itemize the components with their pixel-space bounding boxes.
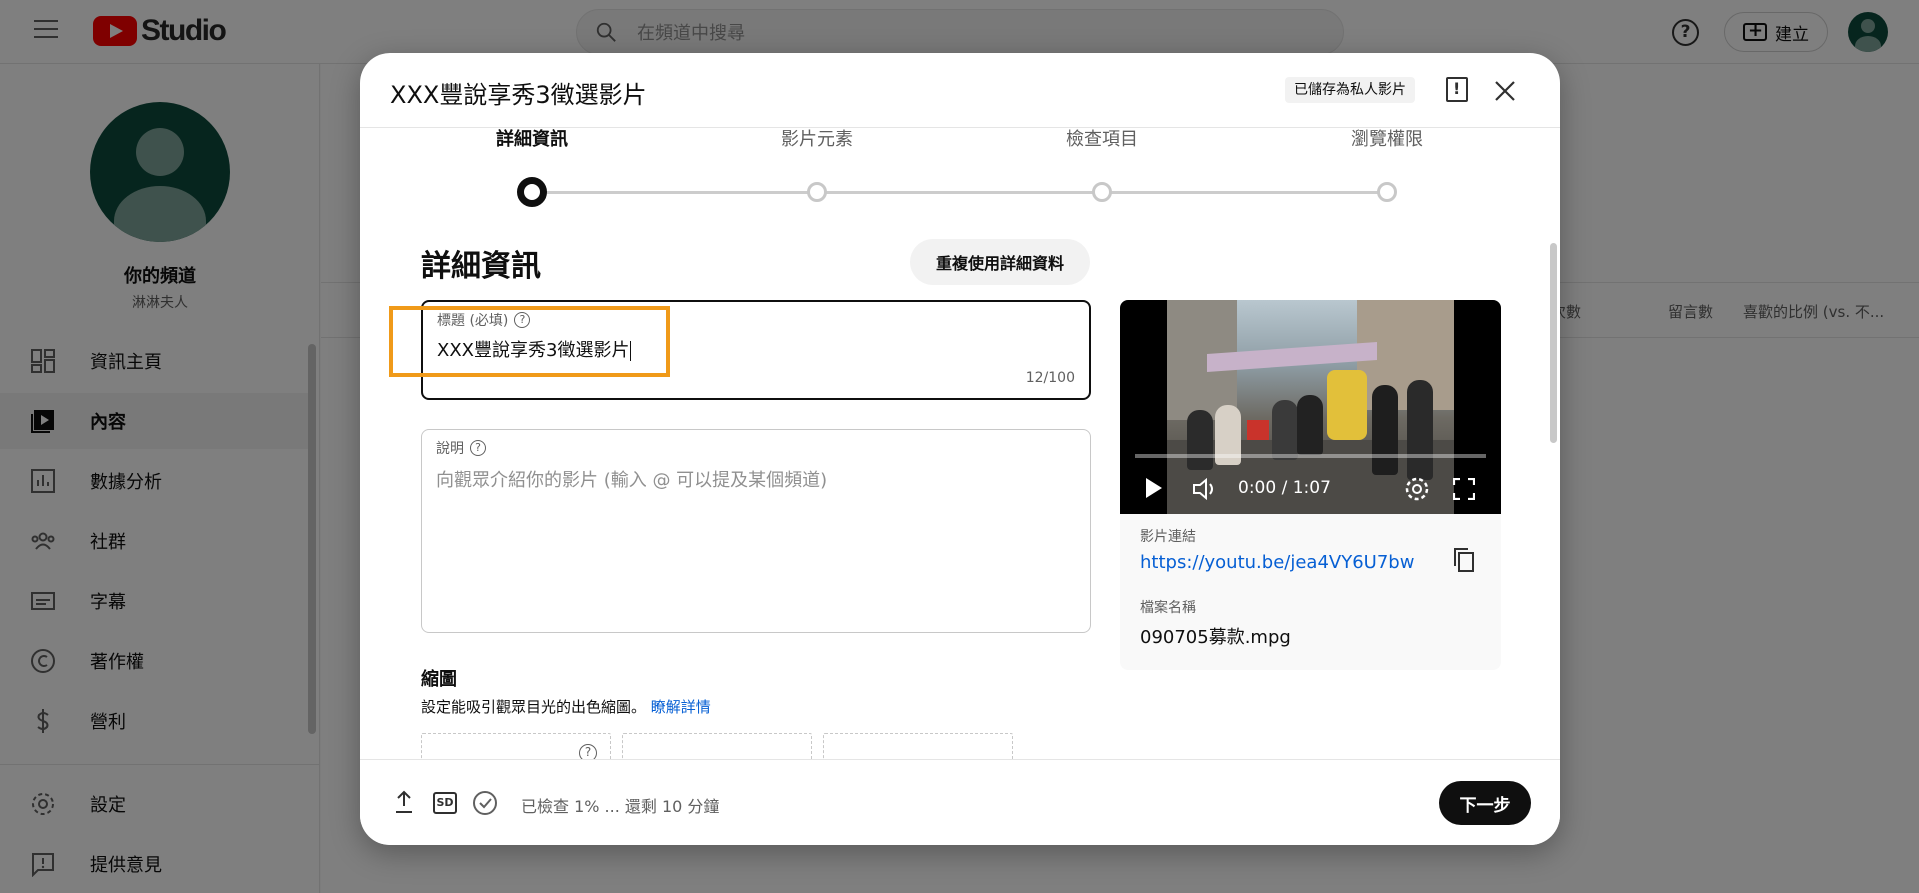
video-controls: 0:00 / 1:07 xyxy=(1120,464,1501,514)
step-dot[interactable] xyxy=(1377,182,1397,202)
section-title: 詳細資訊 xyxy=(421,249,541,284)
step-details[interactable]: 詳細資訊 xyxy=(496,125,568,151)
filename-value: 090705募款.mpg xyxy=(1140,627,1291,648)
description-placeholder: 向觀眾介紹你的影片 (輸入 @ 可以提及某個頻道) xyxy=(436,470,828,491)
sd-quality-icon: SD xyxy=(433,792,457,814)
title-char-counter: 12/100 xyxy=(1025,370,1075,386)
step-video-elements[interactable]: 影片元素 xyxy=(781,125,853,151)
stepper-line xyxy=(532,191,1387,194)
video-info: 影片連結 https://youtu.be/jea4VY6U7bw 檔案名稱 0… xyxy=(1140,526,1480,649)
upload-icon xyxy=(396,790,412,813)
highlight-annotation-box xyxy=(389,306,670,377)
dialog-scrollbar[interactable] xyxy=(1550,243,1557,443)
next-button[interactable]: 下一步 xyxy=(1439,781,1531,825)
checks-icon xyxy=(473,791,497,815)
step-visibility[interactable]: 瀏覽權限 xyxy=(1351,125,1423,151)
play-icon[interactable] xyxy=(1146,478,1162,498)
video-link-label: 影片連結 xyxy=(1140,529,1196,545)
description-label-text: 說明 xyxy=(436,441,464,457)
volume-icon[interactable] xyxy=(1192,478,1218,500)
step-dot[interactable] xyxy=(807,182,827,202)
report-issue-icon[interactable] xyxy=(1446,77,1468,102)
dialog-footer: SD 已檢查 1% ... 還剩 10 分鐘 下一步 xyxy=(360,759,1560,845)
learn-more-link[interactable]: 瞭解詳情 xyxy=(651,698,711,716)
help-icon[interactable]: ? xyxy=(470,440,486,456)
filename-label: 檔案名稱 xyxy=(1140,600,1196,616)
fullscreen-icon[interactable] xyxy=(1453,478,1475,500)
settings-icon[interactable] xyxy=(1404,476,1430,502)
dialog-header: XXX豐說享秀3徵選影片 已儲存為私人影片 xyxy=(360,53,1560,128)
close-icon[interactable] xyxy=(1493,79,1517,103)
thumbnail-title: 縮圖 xyxy=(421,669,457,690)
description-field[interactable]: 說明 ? 向觀眾介紹你的影片 (輸入 @ 可以提及某個頻道) xyxy=(421,429,1091,633)
step-dot-active[interactable] xyxy=(517,177,547,207)
dialog-title: XXX豐說享秀3徵選影片 xyxy=(390,81,647,109)
video-player[interactable]: 0:00 / 1:07 xyxy=(1120,300,1501,514)
step-dot[interactable] xyxy=(1092,182,1112,202)
upload-dialog: XXX豐說享秀3徵選影片 已儲存為私人影片 詳細資訊 影片元素 檢查項目 瀏覽權… xyxy=(360,53,1560,845)
saved-status-badge: 已儲存為私人影片 xyxy=(1285,77,1415,103)
description-field-label: 說明 ? xyxy=(436,438,486,458)
video-time: 0:00 / 1:07 xyxy=(1238,478,1331,498)
video-link[interactable]: https://youtu.be/jea4VY6U7bw xyxy=(1140,552,1480,573)
video-progress-bar[interactable] xyxy=(1135,454,1486,458)
copy-icon[interactable] xyxy=(1453,547,1475,573)
video-preview-card: 0:00 / 1:07 影片連結 https://youtu.be/jea4VY… xyxy=(1120,300,1501,670)
upload-status: 已檢查 1% ... 還剩 10 分鐘 xyxy=(521,797,720,816)
thumbnail-subtitle-text: 設定能吸引觀眾目光的出色縮圖。 xyxy=(421,698,647,716)
reuse-details-button[interactable]: 重複使用詳細資料 xyxy=(910,239,1090,285)
step-checks[interactable]: 檢查項目 xyxy=(1066,125,1138,151)
thumbnail-subtitle: 設定能吸引觀眾目光的出色縮圖。 瞭解詳情 xyxy=(421,696,711,717)
